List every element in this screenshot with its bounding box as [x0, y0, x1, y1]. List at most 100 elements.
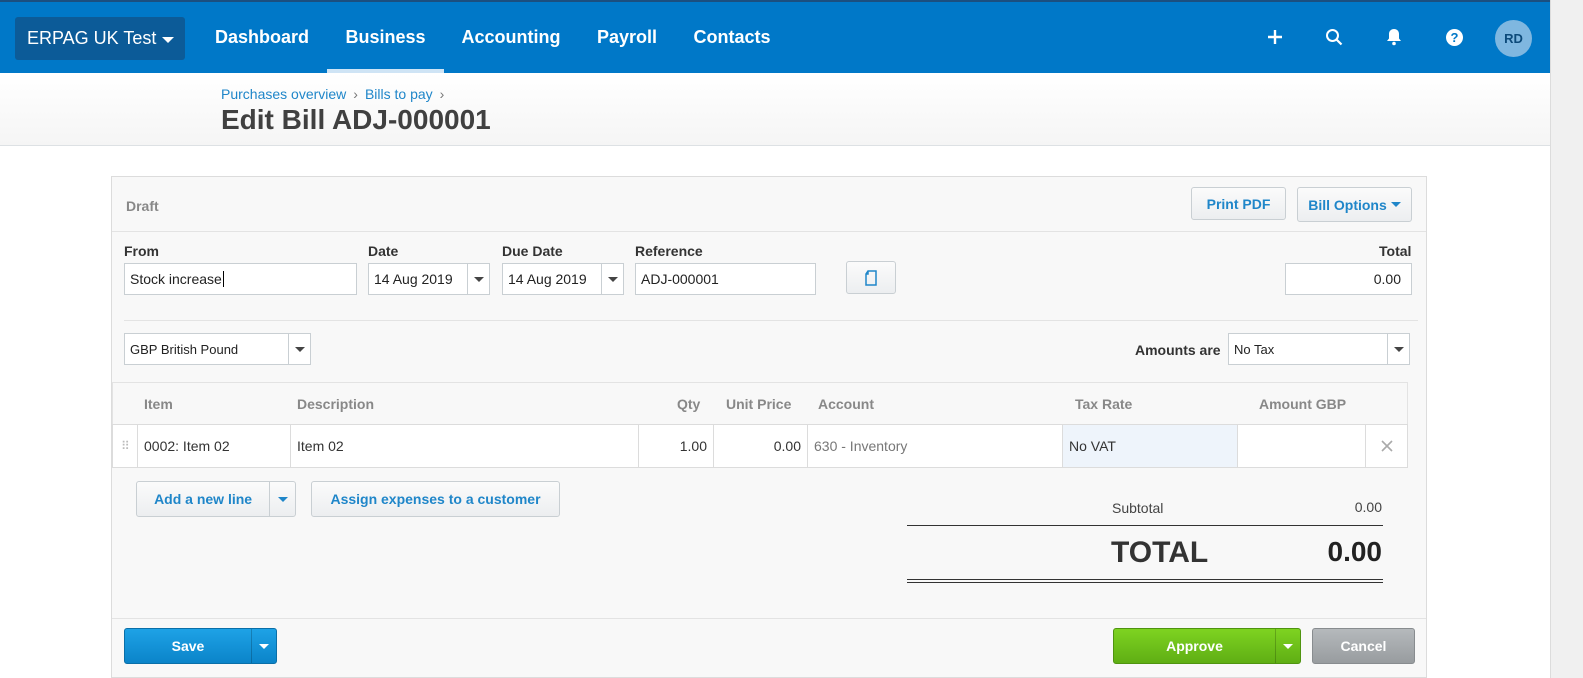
- search-icon[interactable]: [1323, 26, 1345, 48]
- chevron-down-icon: [1283, 643, 1293, 649]
- column-header-qty: Qty: [677, 396, 701, 412]
- chevron-down-icon: [259, 643, 269, 649]
- amounts-are-dropdown-button[interactable]: [1387, 334, 1409, 364]
- chevron-down-icon: [607, 276, 618, 282]
- plus-icon[interactable]: [1264, 26, 1286, 48]
- close-icon: [1380, 440, 1393, 452]
- column-header-description: Description: [297, 396, 375, 412]
- nav-accounting[interactable]: Accounting: [444, 2, 578, 73]
- column-header-tax-rate: Tax Rate: [1075, 396, 1133, 412]
- breadcrumb-separator: ›: [439, 86, 445, 102]
- bill-options-button[interactable]: Bill Options: [1297, 187, 1412, 222]
- add-new-line-button[interactable]: Add a new line: [137, 491, 269, 507]
- chevron-down-icon: [294, 346, 305, 352]
- chevron-down-icon: [1390, 202, 1401, 207]
- date-field[interactable]: 14 Aug 2019: [368, 263, 490, 295]
- approve-button-group: Approve: [1113, 628, 1301, 664]
- total-field[interactable]: 0.00: [1285, 263, 1412, 295]
- copy-icon: [865, 269, 877, 286]
- save-dropdown-button[interactable]: [251, 629, 276, 663]
- nav-dashboard[interactable]: Dashboard: [197, 2, 327, 73]
- table-header: Item Description Qty Unit Price Account …: [112, 382, 1408, 424]
- total-label: Total: [1379, 243, 1412, 259]
- page-scrollbar[interactable]: [1550, 0, 1583, 678]
- add-line-button-group: Add a new line: [136, 481, 296, 517]
- amounts-are-label: Amounts are: [1135, 342, 1221, 358]
- chevron-down-icon: [162, 36, 175, 43]
- breadcrumb-bills-to-pay[interactable]: Bills to pay: [365, 86, 433, 102]
- save-button-group: Save: [124, 628, 277, 664]
- divider: [112, 231, 1426, 232]
- grand-total-label: TOTAL: [1111, 536, 1209, 569]
- assign-expenses-button[interactable]: Assign expenses to a customer: [311, 481, 560, 517]
- due-date-dropdown-button[interactable]: [601, 264, 623, 294]
- date-value: 14 Aug 2019: [374, 271, 453, 287]
- amount-cell[interactable]: [1237, 425, 1365, 467]
- divider: [907, 525, 1383, 526]
- currency-dropdown-button[interactable]: [288, 334, 310, 364]
- text-cursor: [222, 271, 224, 287]
- nav-business[interactable]: Business: [327, 2, 444, 73]
- nav-payroll[interactable]: Payroll: [578, 2, 676, 73]
- column-header-unit-price: Unit Price: [726, 396, 792, 412]
- attach-file-button[interactable]: [846, 261, 896, 294]
- bill-options-label: Bill Options: [1308, 196, 1387, 213]
- cancel-button[interactable]: Cancel: [1312, 628, 1415, 664]
- from-value: Stock increase: [130, 271, 222, 287]
- from-field[interactable]: Stock increase: [124, 263, 357, 295]
- nav-contacts[interactable]: Contacts: [676, 2, 788, 73]
- breadcrumb-purchases-overview[interactable]: Purchases overview: [221, 86, 346, 102]
- chevron-down-icon: [473, 276, 484, 282]
- unit-price-cell[interactable]: 0.00: [713, 425, 807, 467]
- approve-dropdown-button[interactable]: [1275, 629, 1300, 663]
- chevron-down-icon: [1393, 346, 1404, 352]
- currency-value: GBP British Pound: [130, 341, 239, 357]
- breadcrumb-separator: ›: [353, 86, 358, 102]
- item-cell[interactable]: 0002: Item 02: [137, 425, 290, 467]
- status-label: Draft: [126, 198, 159, 214]
- column-header-item: Item: [144, 396, 173, 412]
- reference-label: Reference: [635, 243, 703, 259]
- organisation-switcher[interactable]: ERPAG UK Test: [15, 17, 185, 60]
- breadcrumb: Purchases overview › Bills to pay ›: [221, 86, 444, 102]
- due-date-field[interactable]: 14 Aug 2019: [502, 263, 624, 295]
- top-navigation: ERPAG UK Test Dashboard Business Account…: [0, 0, 1550, 73]
- add-line-dropdown-button[interactable]: [269, 482, 295, 516]
- user-avatar[interactable]: RD: [1495, 20, 1532, 57]
- divider: [112, 618, 1426, 619]
- grand-total-value: 0.00: [1327, 536, 1383, 567]
- divider: [124, 320, 1418, 321]
- chevron-down-icon: [277, 496, 288, 502]
- bell-icon[interactable]: [1383, 26, 1405, 48]
- help-icon[interactable]: ?: [1443, 26, 1465, 48]
- bill-panel: Draft Print PDF Bill Options From Date D…: [111, 176, 1427, 678]
- reference-field[interactable]: ADJ-000001: [635, 263, 816, 295]
- description-cell[interactable]: Item 02: [290, 425, 638, 467]
- due-date-value: 14 Aug 2019: [508, 271, 587, 287]
- delete-row-button[interactable]: [1365, 425, 1407, 467]
- subtotal-value: 0.00: [1354, 499, 1382, 515]
- due-date-label: Due Date: [502, 243, 563, 259]
- qty-cell[interactable]: 1.00: [638, 425, 713, 467]
- line-items-table: Item Description Qty Unit Price Account …: [112, 382, 1408, 468]
- currency-select[interactable]: GBP British Pound: [124, 333, 311, 365]
- column-header-account: Account: [818, 396, 874, 412]
- column-header-amount: Amount GBP: [1259, 396, 1347, 412]
- account-cell[interactable]: 630 - Inventory: [807, 425, 1062, 467]
- drag-handle-icon[interactable]: ⠿: [121, 439, 130, 453]
- organisation-name: ERPAG UK Test: [27, 28, 157, 48]
- print-pdf-button[interactable]: Print PDF: [1191, 187, 1286, 220]
- approve-button[interactable]: Approve: [1114, 629, 1275, 663]
- amounts-are-select[interactable]: No Tax: [1228, 333, 1410, 365]
- page-title: Edit Bill ADJ-000001: [221, 104, 491, 135]
- divider: [907, 582, 1383, 583]
- save-button[interactable]: Save: [125, 629, 251, 663]
- from-label: From: [124, 243, 159, 259]
- date-dropdown-button[interactable]: [467, 264, 489, 294]
- date-label: Date: [368, 243, 399, 259]
- subtotal-label: Subtotal: [1112, 500, 1164, 516]
- page-header: Purchases overview › Bills to pay › Edit…: [0, 73, 1550, 146]
- table-row: ⠿ 0002: Item 02 Item 02 1.00 0.00 630 - …: [112, 424, 1408, 468]
- divider: [907, 579, 1383, 580]
- tax-rate-cell[interactable]: No VAT: [1062, 425, 1237, 467]
